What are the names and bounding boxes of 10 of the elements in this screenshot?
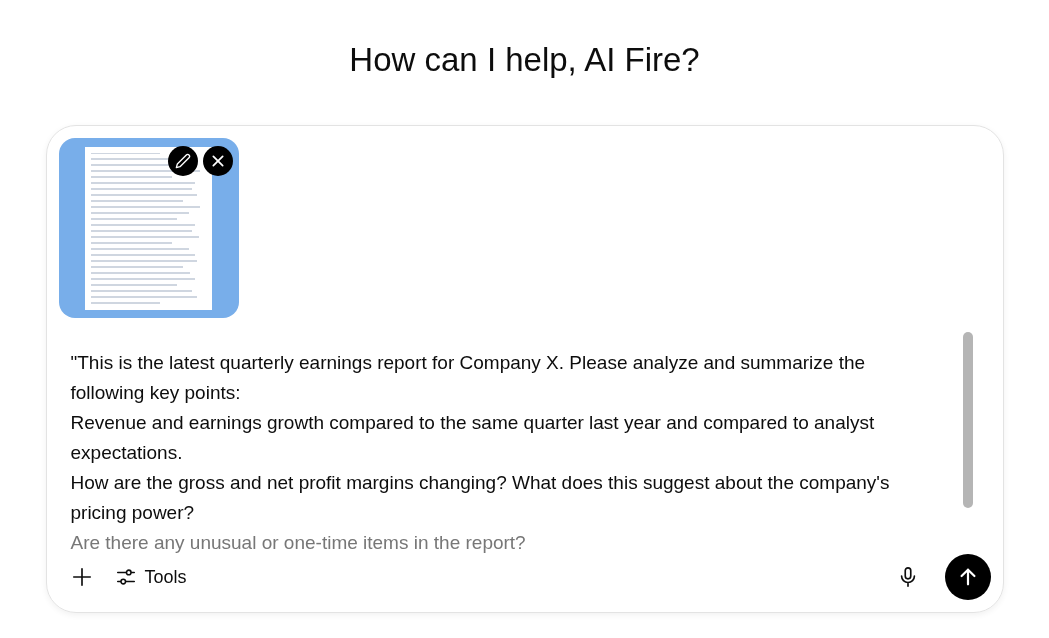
send-button[interactable] bbox=[944, 554, 991, 600]
scrollbar-thumb[interactable] bbox=[962, 332, 973, 508]
tools-button[interactable]: Tools bbox=[110, 562, 191, 592]
sliders-icon bbox=[114, 566, 137, 588]
prompt-field[interactable]: "This is the latest quarterly earnings report for Company X. Please analyze and summarize the following key points: Revenue and earnings growth compared to the same quarter last year and compared to analyst expectations. How are the gross and net profit margins changing? What does this suggest about the company's pricing power? Are there any unusual or one-time items in the report? bbox=[58, 332, 963, 554]
pencil-icon bbox=[174, 153, 191, 169]
greeting-heading: How can I help, AI Fire? bbox=[349, 40, 700, 80]
image-attachment[interactable] bbox=[58, 138, 239, 318]
plus-icon bbox=[70, 566, 93, 588]
close-icon bbox=[209, 153, 226, 169]
